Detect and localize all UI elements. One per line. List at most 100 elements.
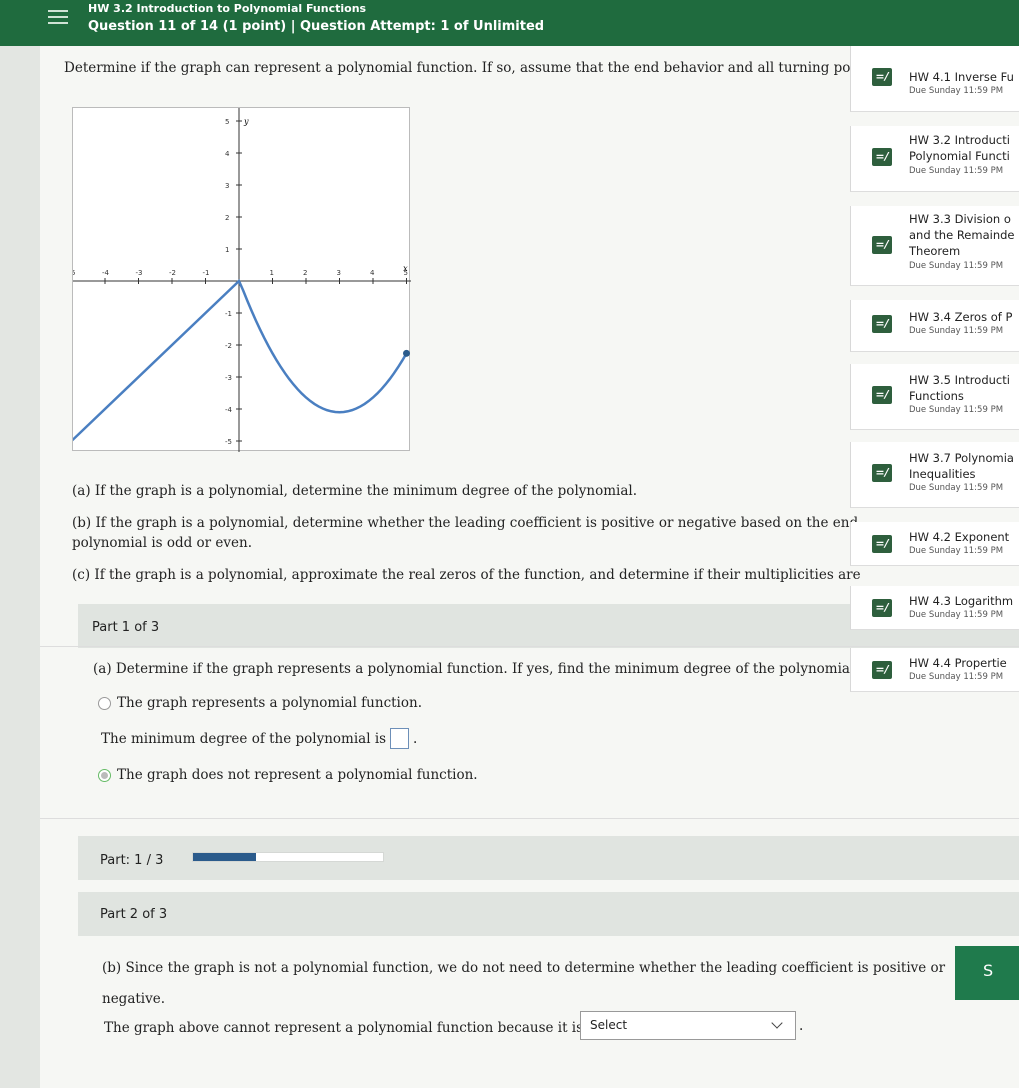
- select-suffix: .: [799, 1018, 804, 1034]
- chevron-down-icon: [771, 1017, 783, 1029]
- y-tick-label: 4: [225, 150, 230, 158]
- x-tick-label: 4: [370, 269, 375, 277]
- x-tick-label: -2: [169, 269, 176, 277]
- y-tick-label: -2: [225, 342, 232, 350]
- option-not-polynomial-label: The graph does not represent a polynomia…: [117, 767, 478, 783]
- sidebar-item-title: Theorem: [909, 244, 961, 258]
- prompt-c: (c) If the graph is a polynomial, approx…: [72, 567, 861, 583]
- assignment-icon: =/: [872, 599, 892, 617]
- sidebar-item-hw44[interactable]: =/ HW 4.4 Propertie Due Sunday 11:59 PM: [850, 648, 1019, 692]
- next-button[interactable]: S: [955, 946, 1019, 1000]
- option-not-polynomial-radio[interactable]: [98, 769, 111, 782]
- graph-svg: -5-4-3-2-11234554321-1-2-3-4-5xy: [67, 108, 411, 452]
- x-tick-label: -5: [73, 269, 75, 277]
- min-degree-prefix: The minimum degree of the polynomial is: [101, 731, 387, 747]
- sidebar-item-title: Inequalities: [909, 467, 976, 481]
- option-polynomial-radio[interactable]: [98, 697, 111, 710]
- y-tick-label: 5: [225, 118, 229, 126]
- sidebar-item-due: Due Sunday 11:59 PM: [909, 405, 1004, 415]
- assignment-icon: =/: [872, 68, 892, 86]
- assignment-icon: =/: [872, 661, 892, 679]
- sidebar-item-title: HW 3.5 Introducti: [909, 373, 1010, 387]
- sidebar-item-hw42[interactable]: =/ HW 4.2 Exponent Due Sunday 11:59 PM: [850, 522, 1019, 566]
- y-tick-label: 1: [225, 246, 229, 254]
- assignment-icon: =/: [872, 535, 892, 553]
- progress-fill: [193, 853, 257, 861]
- prompt-b-line2: polynomial is odd or even.: [72, 535, 253, 551]
- sidebar-item-title: HW 4.2 Exponent: [909, 530, 1010, 544]
- prompt-line: Determine if the graph can represent a p…: [64, 60, 855, 76]
- sidebar-item-hw35[interactable]: =/ HW 3.5 Introducti Functions Due Sunda…: [850, 364, 1019, 430]
- part2-text-line1: (b) Since the graph is not a polynomial …: [102, 960, 946, 976]
- graph-curve: [67, 278, 408, 446]
- prompt-a: (a) If the graph is a polynomial, determ…: [72, 483, 637, 499]
- reason-select-value: Select: [590, 1018, 628, 1032]
- graph-endpoint: [403, 349, 410, 357]
- sidebar-item-hw41[interactable]: =/ HW 4.1 Inverse Fu Due Sunday 11:59 PM: [850, 46, 1019, 112]
- part1-question: (a) Determine if the graph represents a …: [93, 661, 859, 677]
- sidebar-item-due: Due Sunday 11:59 PM: [909, 326, 1004, 336]
- assignment-icon: =/: [872, 236, 892, 254]
- sidebar-item-hw43[interactable]: =/ HW 4.3 Logarithm Due Sunday 11:59 PM: [850, 586, 1019, 630]
- part1-label: Part 1 of 3: [92, 620, 160, 635]
- assignment-title: HW 3.2 Introduction to Polynomial Functi…: [88, 2, 367, 15]
- sidebar-item-hw37[interactable]: =/ HW 3.7 Polynomia Inequalities Due Sun…: [850, 442, 1019, 508]
- sidebar-item-due: Due Sunday 11:59 PM: [909, 546, 1004, 556]
- x-tick-label: 1: [270, 269, 274, 277]
- sidebar-item-title: and the Remainde: [909, 228, 1015, 242]
- min-degree-suffix: .: [413, 731, 418, 747]
- part2-text-line2: negative.: [102, 991, 166, 1007]
- assignment-icon: =/: [872, 386, 892, 404]
- divider: [40, 646, 1019, 647]
- sidebar-item-title: Functions: [909, 389, 964, 403]
- sidebar-item-title: HW 4.3 Logarithm: [909, 594, 1014, 608]
- y-tick-label: -4: [225, 406, 233, 414]
- assignment-icon: =/: [872, 148, 892, 166]
- assignment-icon: =/: [872, 315, 892, 333]
- min-degree-input[interactable]: [390, 728, 409, 749]
- y-tick-label: -1: [225, 310, 232, 318]
- x-tick-label: 2: [303, 269, 307, 277]
- sidebar-item-title: HW 3.2 Introducti: [909, 133, 1010, 147]
- part-progress-bar: [192, 852, 384, 862]
- y-tick-label: 3: [225, 182, 229, 190]
- x-axis-label: x: [403, 264, 408, 273]
- sidebar-item-hw32[interactable]: =/ HW 3.2 Introducti Polynomial Functi D…: [850, 126, 1019, 192]
- sidebar-item-due: Due Sunday 11:59 PM: [909, 86, 1004, 96]
- sidebar-item-due: Due Sunday 11:59 PM: [909, 610, 1004, 620]
- function-graph: -5-4-3-2-11234554321-1-2-3-4-5xy: [67, 107, 411, 452]
- question-title: Question 11 of 14 (1 point) | Question A…: [88, 19, 545, 34]
- x-tick-label: -1: [203, 269, 210, 277]
- sidebar-item-title: Polynomial Functi: [909, 149, 1010, 163]
- sidebar-item-title: HW 3.3 Division o: [909, 212, 1011, 226]
- menu-icon[interactable]: [48, 10, 68, 26]
- x-tick-label: -4: [102, 269, 110, 277]
- sidebar-item-title: HW 3.4 Zeros of P: [909, 310, 1013, 324]
- part2-label: Part 2 of 3: [100, 907, 168, 922]
- top-bar: HW 3.2 Introduction to Polynomial Functi…: [0, 0, 1019, 46]
- x-tick-label: -3: [136, 269, 143, 277]
- y-axis-label: y: [243, 117, 249, 126]
- part2-header: Part 2 of 3: [78, 892, 1019, 936]
- sidebar-item-title: HW 4.4 Propertie: [909, 656, 1007, 670]
- sidebar-item-due: Due Sunday 11:59 PM: [909, 166, 1004, 176]
- sidebar-item-title: HW 3.7 Polynomia: [909, 451, 1014, 465]
- sidebar-item-title: HW 4.1 Inverse Fu: [909, 70, 1014, 84]
- left-strip: [0, 46, 40, 1088]
- select-prefix: The graph above cannot represent a polyn…: [104, 1020, 584, 1036]
- sidebar-item-due: Due Sunday 11:59 PM: [909, 483, 1004, 493]
- divider: [40, 818, 1019, 819]
- option-polynomial-label: The graph represents a polynomial functi…: [117, 695, 422, 711]
- sidebar-item-due: Due Sunday 11:59 PM: [909, 672, 1004, 682]
- y-tick-label: -3: [225, 374, 232, 382]
- sidebar-item-due: Due Sunday 11:59 PM: [909, 261, 1004, 271]
- assignment-icon: =/: [872, 464, 892, 482]
- reason-select[interactable]: Select: [580, 1011, 796, 1040]
- progress-label: Part: 1 / 3: [100, 853, 164, 868]
- y-tick-label: -5: [225, 438, 232, 446]
- sidebar-item-hw34[interactable]: =/ HW 3.4 Zeros of P Due Sunday 11:59 PM: [850, 300, 1019, 352]
- sidebar-item-hw33[interactable]: =/ HW 3.3 Division o and the Remainde Th…: [850, 206, 1019, 286]
- y-tick-label: 2: [225, 214, 229, 222]
- prompt-b-line1: (b) If the graph is a polynomial, determ…: [72, 515, 859, 531]
- x-tick-label: 3: [337, 269, 341, 277]
